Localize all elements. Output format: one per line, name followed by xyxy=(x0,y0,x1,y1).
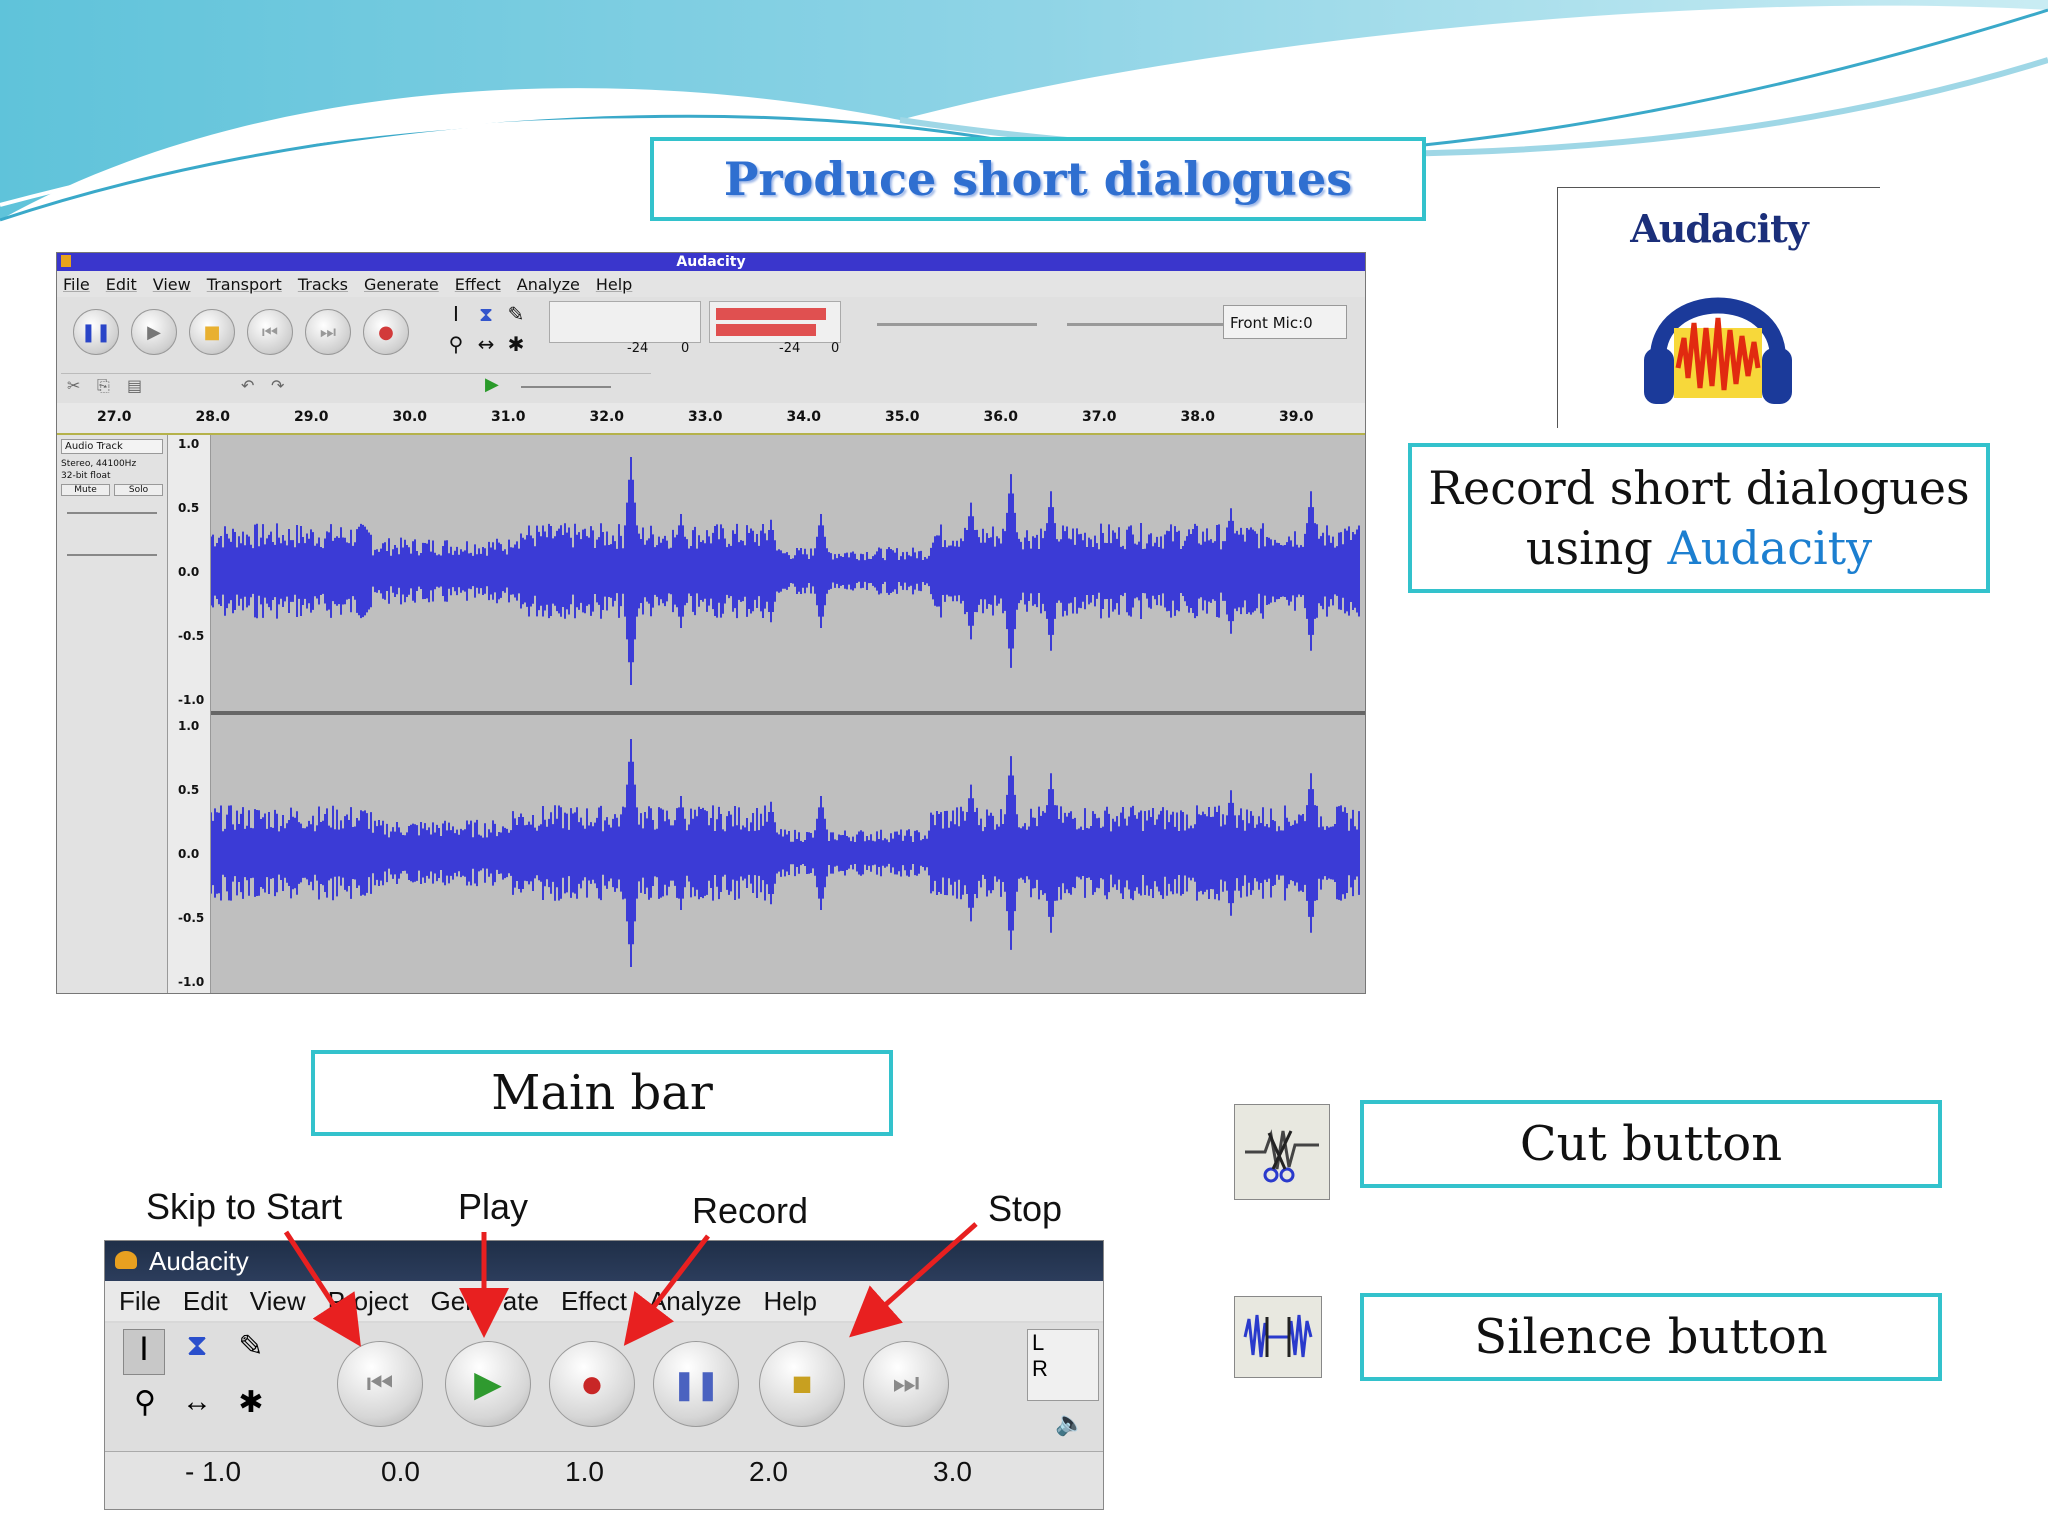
silence-button-icon[interactable] xyxy=(1234,1296,1322,1378)
silence-button-label-box: Silence button xyxy=(1360,1293,1942,1381)
cut-button-label-box: Cut button xyxy=(1360,1100,1942,1188)
cut-button-label: Cut button xyxy=(1519,1116,1783,1172)
silence-button-label: Silence button xyxy=(1474,1309,1828,1365)
cut-button-icon[interactable] xyxy=(1234,1104,1330,1200)
